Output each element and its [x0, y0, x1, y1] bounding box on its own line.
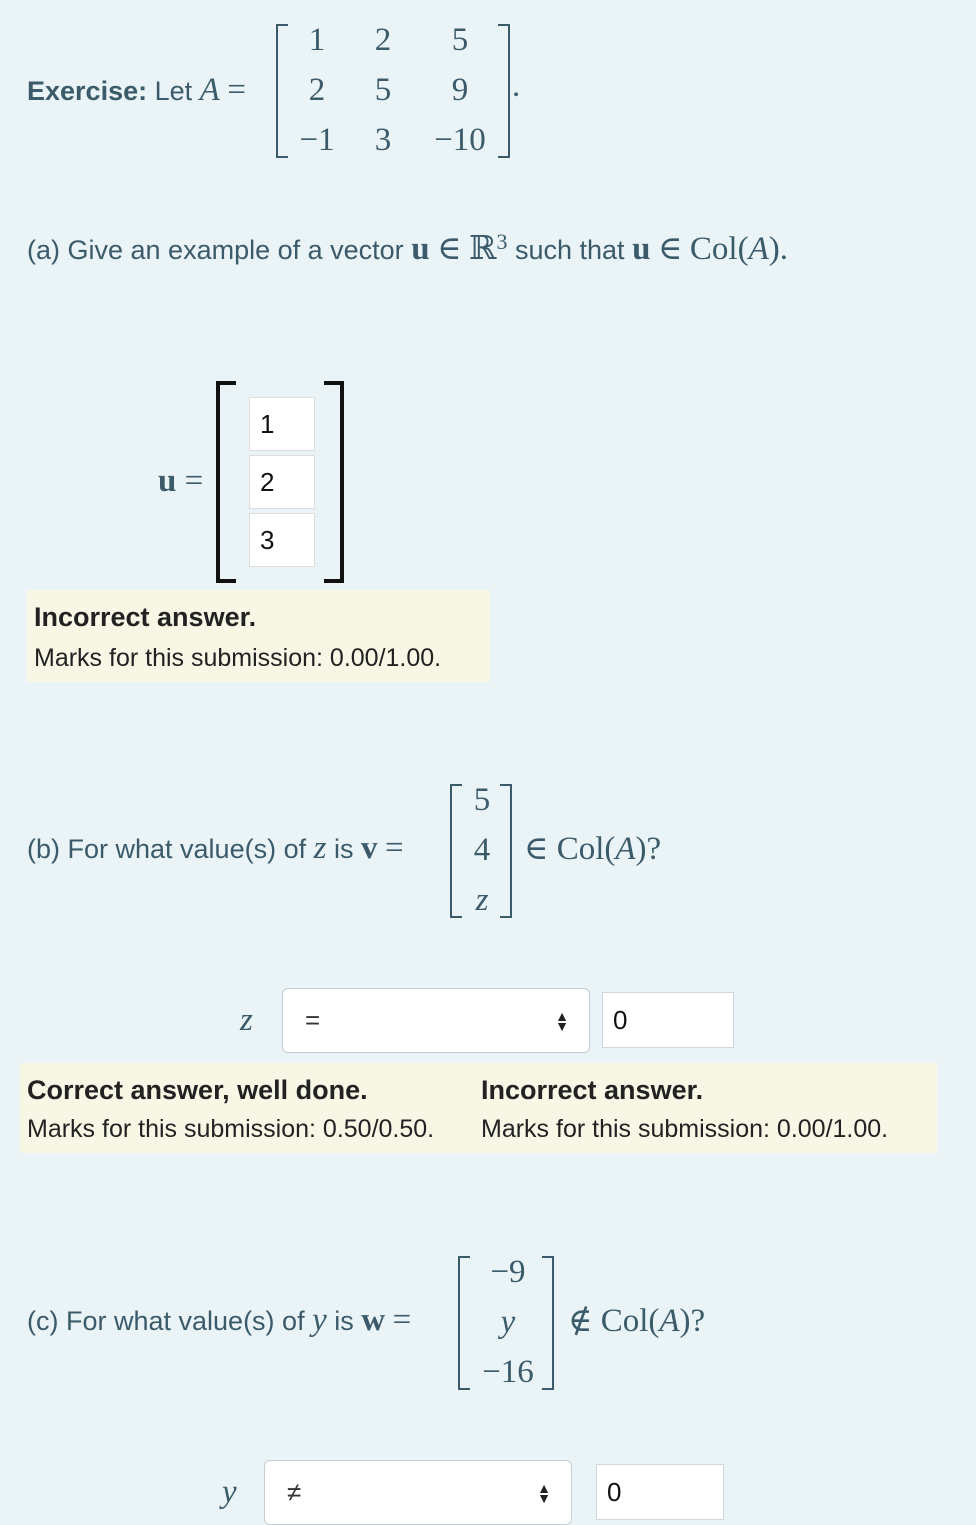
vector-u: u: [411, 231, 430, 267]
feedback-title: Correct answer, well done.: [27, 1075, 368, 1105]
col-arg: A: [748, 231, 769, 267]
col-open: Col(: [689, 231, 749, 267]
part-b-suffix: ∈ Col(A)?: [524, 828, 661, 868]
part-b-feedback: Correct answer, well done. Marks for thi…: [20, 1063, 937, 1153]
part-c-suffix: ∉ Col(A)?: [568, 1300, 705, 1340]
feedback-marks: Marks for this submission: 0.00/1.00.: [481, 1115, 889, 1143]
feedback-title: Incorrect answer.: [481, 1075, 704, 1105]
relation-select-c[interactable]: ≠ ▲ ▼: [264, 1460, 572, 1525]
vector-cell: −16: [482, 1354, 534, 1390]
col-arg: A: [659, 1303, 680, 1339]
matrix-cell: −10: [434, 122, 486, 158]
equals-sign: =: [227, 72, 246, 108]
feedback-title: Incorrect answer.: [34, 602, 257, 632]
part-c-prefix: (c) For what value(s) of: [27, 1306, 305, 1336]
relation-select-b[interactable]: = ▲ ▼: [282, 988, 590, 1053]
part-a-prefix: (a) Give an example of a vector: [27, 235, 404, 265]
equals-sign: =: [385, 830, 404, 866]
z-value-input[interactable]: [602, 992, 734, 1048]
feedback-marks: Marks for this submission: 0.00/1.00.: [34, 644, 442, 672]
col-close: ).: [768, 231, 788, 267]
real-space: ℝ: [469, 231, 497, 267]
vector-cell: y: [500, 1304, 516, 1340]
vector-cell: 4: [473, 832, 491, 868]
u-component-1-input[interactable]: [249, 397, 315, 451]
col-open: Col(: [600, 1303, 660, 1339]
u-component-3-input[interactable]: [249, 513, 315, 567]
part-b-prefix: (b) For what value(s) of: [27, 834, 307, 864]
vector-cell: 5: [473, 782, 491, 818]
part-c-question: (c) For what value(s) of y is w =: [27, 1302, 411, 1339]
exercise-heading: Exercise: Let A =: [27, 72, 246, 109]
col-arg: A: [615, 831, 636, 867]
is-text: is: [333, 834, 354, 864]
element-of: ∈: [437, 231, 462, 267]
var-z: z: [313, 830, 327, 866]
matrix-cell: 2: [374, 22, 392, 58]
matrix-cell: 9: [451, 72, 469, 108]
select-value: ≠: [287, 1477, 302, 1507]
let-text: Let: [154, 76, 193, 106]
vector-w-matrix: −9 y −16: [454, 1252, 558, 1392]
equals-sign: =: [184, 463, 204, 499]
real-space-exponent: 3: [496, 229, 508, 254]
col-close: )?: [635, 831, 662, 867]
matrix-cell: 5: [451, 22, 469, 58]
u-component-2-input[interactable]: [249, 455, 315, 509]
part-a-question: (a) Give an example of a vector u ∈ ℝ3 s…: [27, 228, 788, 268]
equals-sign: =: [392, 1302, 412, 1338]
left-bracket: [216, 381, 236, 583]
col-close: )?: [679, 1303, 706, 1339]
var-y: y: [312, 1302, 327, 1338]
matrix-period: .: [512, 68, 521, 104]
vector-v: v: [360, 830, 378, 866]
select-value: =: [305, 1005, 321, 1035]
answer-var-z: z: [240, 1002, 253, 1038]
not-element-of: ∉: [568, 1303, 593, 1339]
up-down-arrow-icon: ▲ ▼: [537, 1479, 551, 1506]
u-symbol: u: [158, 463, 177, 499]
matrix-a: 1 2 5 2 5 9 −1 3 −10: [270, 20, 520, 160]
vector-w: w: [361, 1302, 386, 1338]
vector-cell: z: [475, 882, 489, 918]
vector-u: u: [632, 231, 651, 267]
part-a-feedback: Incorrect answer. Marks for this submiss…: [27, 590, 490, 682]
is-text: is: [334, 1306, 354, 1336]
matrix-cell: 3: [374, 122, 392, 158]
matrix-name: A: [199, 72, 220, 108]
up-down-arrow-icon: ▲ ▼: [555, 1007, 569, 1034]
answer-u-label: u =: [158, 463, 203, 500]
part-b-question: (b) For what value(s) of z is v =: [27, 830, 404, 867]
element-of: ∈: [657, 231, 683, 267]
right-bracket: [324, 381, 344, 583]
element-of: ∈: [524, 831, 549, 867]
vector-cell: −9: [490, 1254, 526, 1290]
exercise-label: Exercise:: [27, 76, 148, 106]
feedback-marks: Marks for this submission: 0.50/0.50.: [27, 1115, 435, 1143]
part-a-middle: such that: [514, 235, 625, 265]
matrix-cell: 5: [374, 72, 392, 108]
y-value-input[interactable]: [596, 1464, 724, 1520]
col-open: Col(: [556, 831, 616, 867]
vector-v-matrix: 5 4 z: [446, 780, 518, 920]
answer-var-y: y: [222, 1474, 237, 1510]
